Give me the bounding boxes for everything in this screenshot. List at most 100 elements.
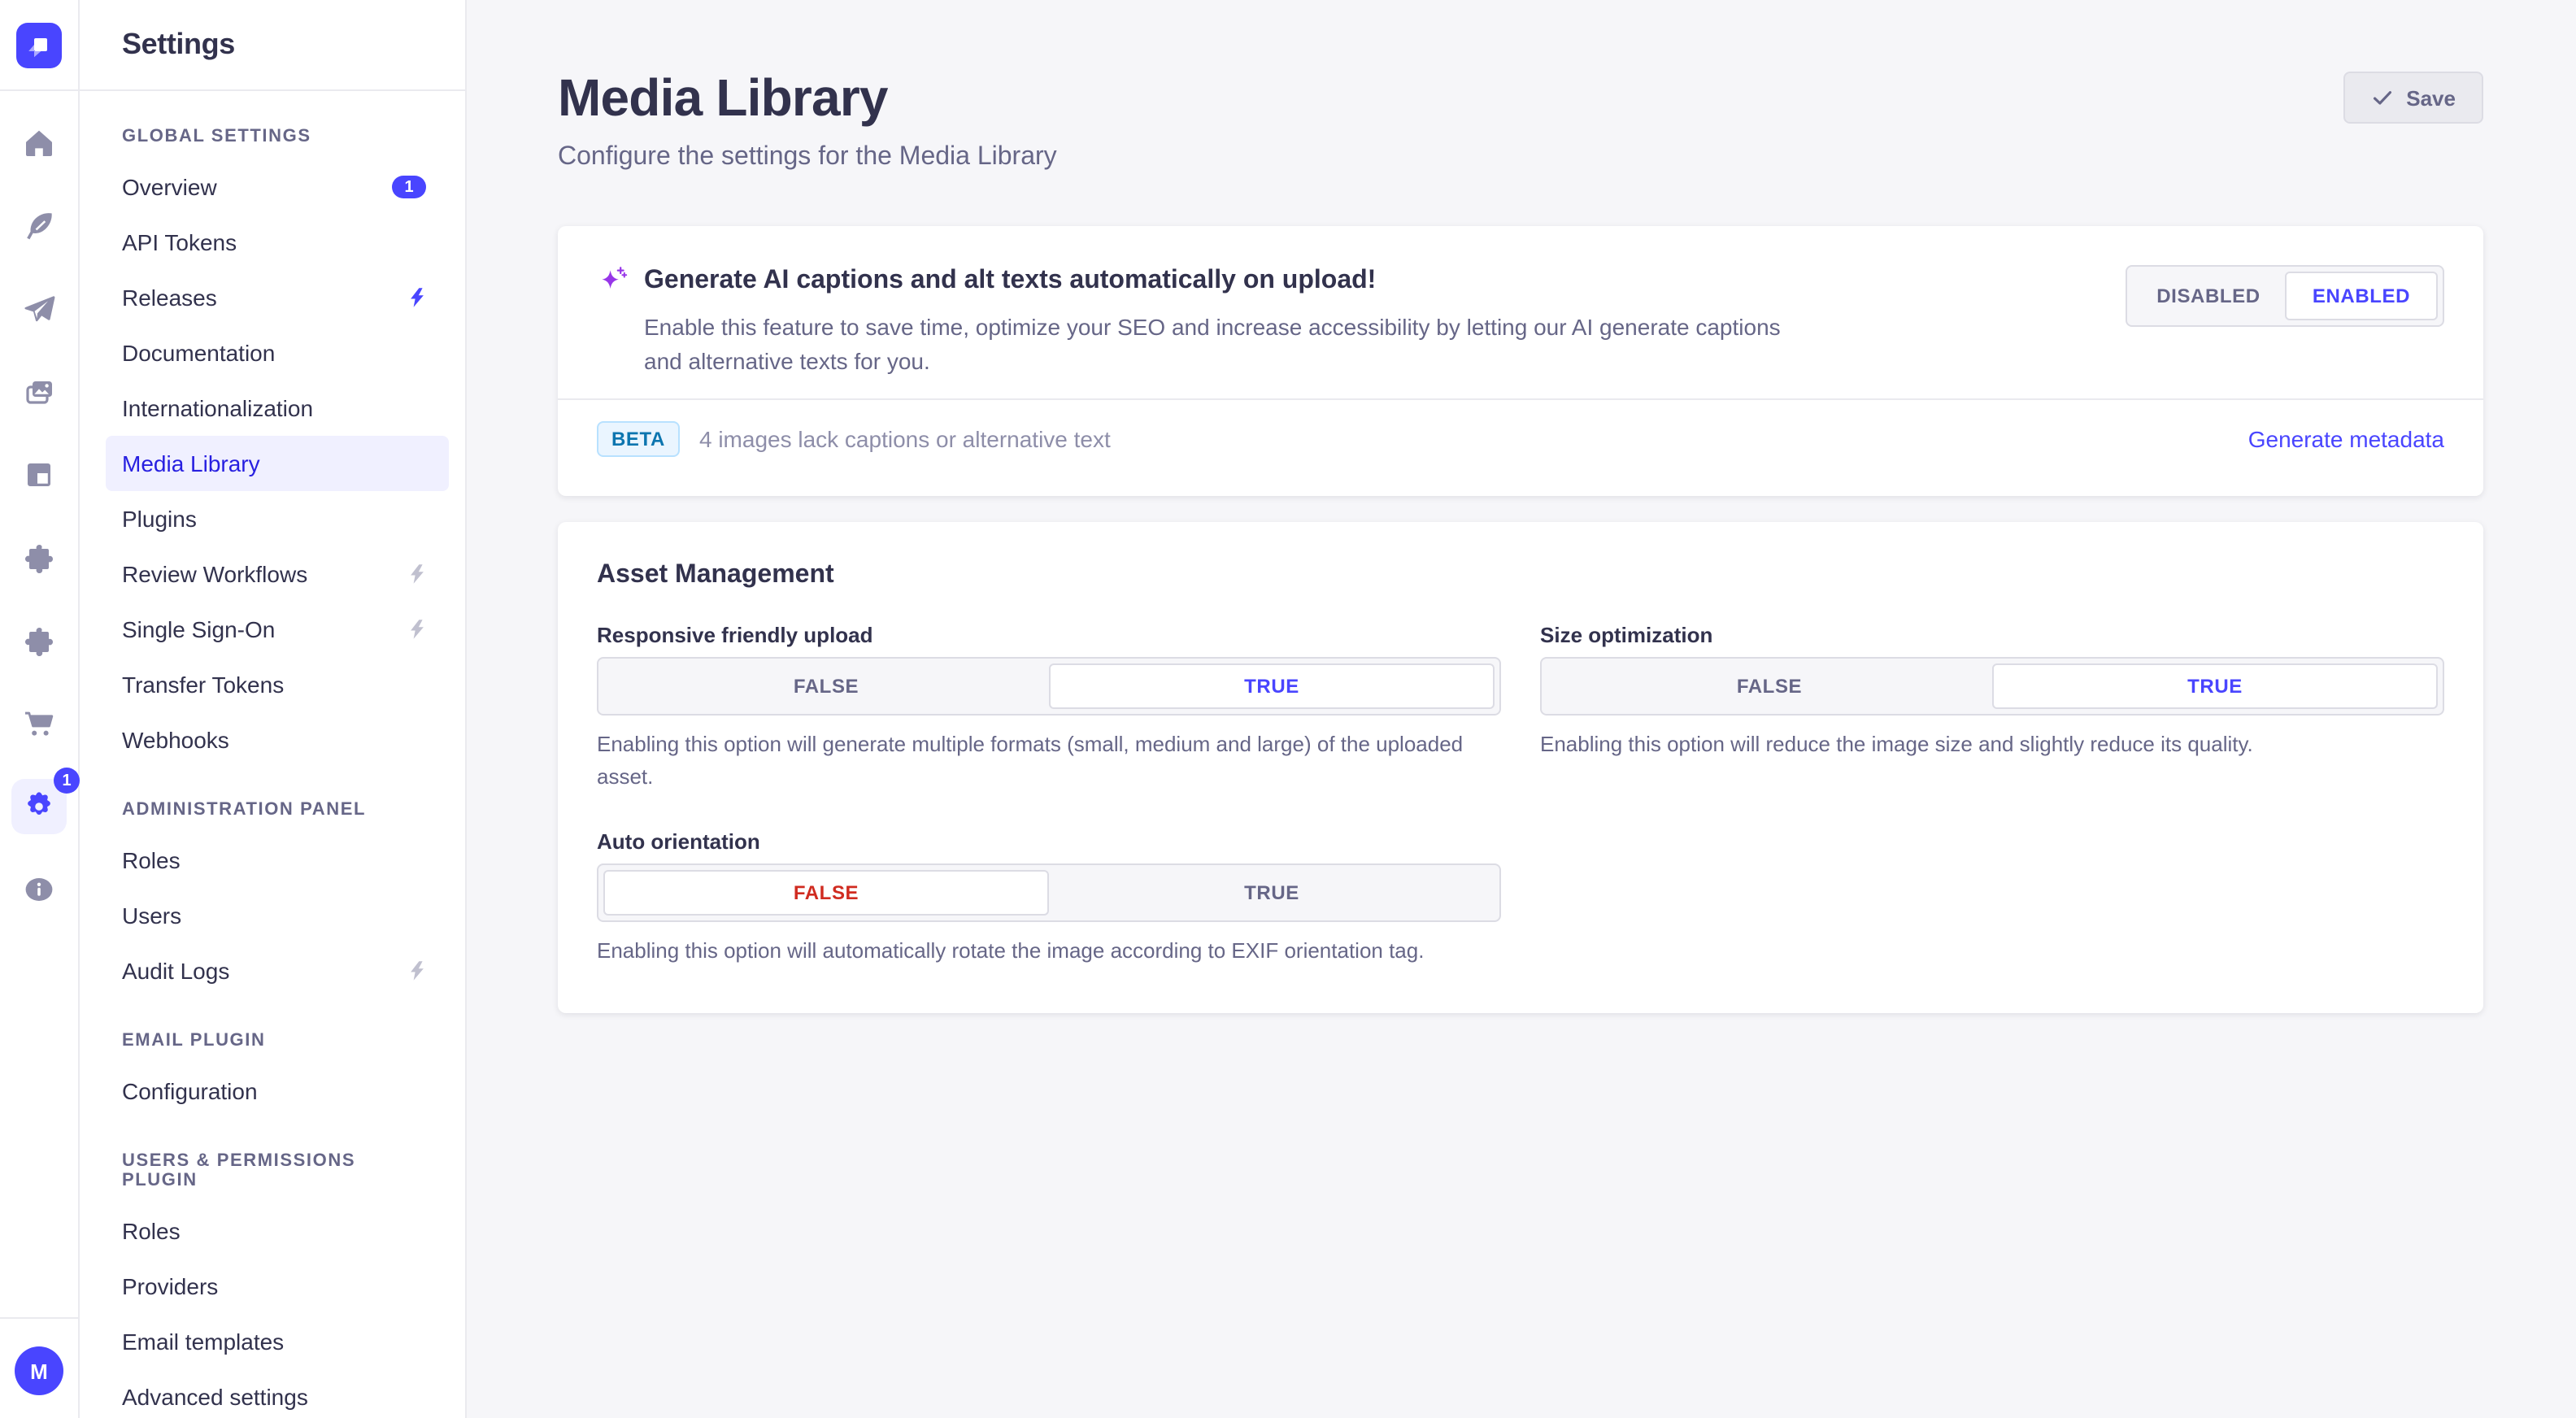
subnav-title: Settings [122,28,235,62]
sidebar-item-plugins[interactable]: Plugins [80,491,465,546]
rail-item-plugins[interactable] [23,542,55,574]
sidebar-item-webhooks[interactable]: Webhooks [80,712,465,768]
strapi-logo[interactable] [16,22,62,67]
sidebar-item-overview[interactable]: Overview 1 [80,159,465,215]
rail-item-marketplace[interactable] [23,624,55,657]
gear-icon [23,790,55,823]
field-size-optimization: Size optimization FALSETRUE Enabling this … [1540,623,2444,794]
responsive-friendly-upload-toggle: FALSETRUE [597,657,1501,716]
sidebar-item-label: Overview [122,174,217,200]
divider [558,398,2483,400]
field-label: Auto orientation [597,829,1501,854]
notification-badge: 1 [392,176,426,198]
section-label: GLOBAL SETTINGS [80,127,465,146]
strapi-admin-app: 1 M Settings GLOBAL SETTINGS Overview 1 API… [0,0,2576,1418]
images-icon [23,376,55,408]
info-icon [23,873,55,906]
section-label: ADMINISTRATION PANEL [80,800,465,820]
sidebar-item-label: API Tokens [122,229,237,255]
sidebar-item-label: Single Sign-On [122,616,275,642]
ai-caption-toggle-disabled[interactable]: DISABLED [2132,272,2285,320]
rail-item-settings[interactable]: 1 [11,779,67,834]
shopping-cart-icon [23,707,55,740]
banner-description: Enable this feature to save time, optimi… [644,311,1818,379]
subnav-section: GLOBAL SETTINGS Overview 1 API Tokens Releas… [80,127,465,768]
sidebar-item-label: Audit Logs [122,958,229,984]
sparkles-icon [597,265,629,298]
rail-footer: M [0,1317,78,1418]
auto-orientation-option-false[interactable]: FALSE [603,870,1049,916]
settings-badge: 1 [54,768,80,794]
lightning-icon [408,286,426,309]
puzzle-icon [23,624,55,657]
paper-plane-icon [23,293,55,325]
save-button-label: Save [2406,85,2456,110]
asset-management-fields: Responsive friendly uploadFALSETRUEEnabl… [597,623,2444,968]
responsive-friendly-upload-option-true[interactable]: TRUE [1049,663,1495,709]
ai-caption-toggle-enabled[interactable]: ENABLED [2285,272,2438,320]
rail-item-media-library[interactable] [23,376,55,408]
subnav-section: ADMINISTRATION PANEL Roles Users Audit Logs [80,800,465,998]
rail-item-purchases[interactable] [23,707,55,740]
feather-icon [23,210,55,242]
caption-status-text: 4 images lack captions or alternative te… [699,426,1111,452]
beta-badge: BETA [597,421,680,457]
strapi-logo-icon [16,22,62,67]
rail-item-releases[interactable] [23,293,55,325]
rail-icons: 1 [11,127,67,906]
sidebar-item-label: Transfer Tokens [122,672,284,698]
section-label: USERS & PERMISSIONS PLUGIN [80,1151,465,1190]
sidebar-item-review-workflows[interactable]: Review Workflows [80,546,465,602]
sidebar-item-label: Releases [122,285,217,311]
sidebar-item-label: Advanced settings [122,1384,308,1410]
sidebar-item-label: Webhooks [122,727,229,753]
sidebar-item-label: Email templates [122,1329,284,1355]
sidebar-item-label: Users [122,903,181,929]
sidebar-item-configuration[interactable]: Configuration [80,1064,465,1119]
field-label: Responsive friendly upload [597,623,1501,647]
size-optimization-option-true[interactable]: TRUE [1992,663,2438,709]
subnav-section: EMAIL PLUGINConfiguration [80,1031,465,1119]
home-icon [23,127,55,159]
page-subtitle: Configure the settings for the Media Lib… [558,143,1057,172]
size-optimization-toggle: FALSETRUE [1540,657,2444,716]
sidebar-item-label: Documentation [122,340,275,366]
field-label: Size optimization [1540,623,2444,647]
icon-rail: 1 M [0,0,80,1418]
responsive-friendly-upload-option-false[interactable]: FALSE [603,663,1049,709]
rail-item-content-type-builder[interactable] [23,459,55,491]
rail-item-content-manager[interactable] [23,210,55,242]
field-hint: Enabling this option will reduce the ima… [1540,729,2444,761]
sidebar-item-single-sign-on[interactable]: Single Sign-On [80,602,465,657]
puzzle-icon [23,542,55,574]
sidebar-item-releases[interactable]: Releases [80,270,465,325]
sidebar-item-users[interactable]: Users [80,888,465,943]
main-content: Media Library Configure the settings for… [467,0,2576,1418]
sidebar-item-advanced-settings[interactable]: Advanced settings [80,1369,465,1418]
sidebar-item-transfer-tokens[interactable]: Transfer Tokens [80,657,465,712]
sidebar-item-label: Providers [122,1273,218,1299]
sidebar-item-audit-logs[interactable]: Audit Logs [80,943,465,998]
page-title: Media Library [558,65,1057,130]
sidebar-item-providers[interactable]: Providers [80,1259,465,1314]
save-button[interactable]: Save [2343,72,2483,124]
avatar[interactable]: M [15,1346,63,1395]
subnav-sections: GLOBAL SETTINGS Overview 1 API Tokens Releas… [80,91,465,1418]
auto-orientation-option-true[interactable]: TRUE [1049,870,1495,916]
size-optimization-option-false[interactable]: FALSE [1547,663,1992,709]
rail-item-home[interactable] [23,127,55,159]
banner-title: Generate AI captions and alt texts autom… [644,267,1376,296]
sidebar-item-internationalization[interactable]: Internationalization [80,381,465,436]
rail-item-information[interactable] [23,873,55,906]
sidebar-item-media-library[interactable]: Media Library [106,436,449,491]
sidebar-item-documentation[interactable]: Documentation [80,325,465,381]
sidebar-item-email-templates[interactable]: Email templates [80,1314,465,1369]
generate-metadata-link[interactable]: Generate metadata [2248,426,2444,452]
lightning-icon [408,563,426,585]
field-responsive-friendly-upload: Responsive friendly uploadFALSETRUEEnabl… [597,623,1501,794]
sidebar-item-roles[interactable]: Roles [80,833,465,888]
sidebar-item-roles[interactable]: Roles [80,1203,465,1259]
ai-caption-banner: Generate AI captions and alt texts autom… [558,226,2483,496]
asset-management-title: Asset Management [597,561,2444,590]
sidebar-item-api-tokens[interactable]: API Tokens [80,215,465,270]
